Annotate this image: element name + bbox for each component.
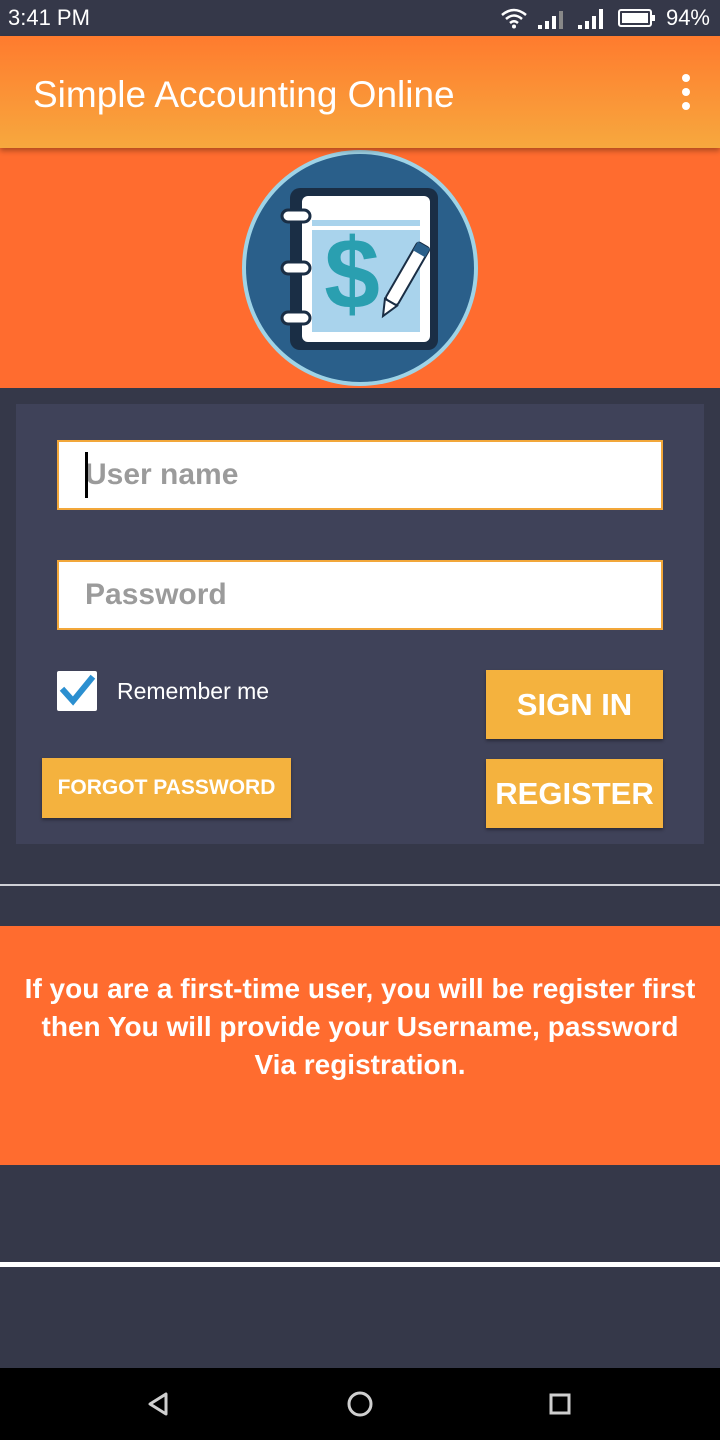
info-banner: If you are a first-time user, you will b… [0, 926, 720, 1165]
recents-square-icon[interactable] [542, 1386, 578, 1422]
wifi-icon [501, 8, 527, 29]
sign-in-button[interactable]: SIGN IN [486, 670, 663, 739]
remember-me-checkbox[interactable] [57, 671, 97, 711]
battery-percent: 94% [665, 5, 710, 30]
home-circle-icon[interactable] [342, 1386, 378, 1422]
divider [0, 884, 720, 886]
status-time: 3:41 PM [8, 5, 90, 30]
remember-me-label: Remember me [117, 678, 270, 704]
accounting-notebook-logo: $ [242, 150, 478, 386]
checkmark-icon [59, 674, 96, 706]
more-vert-icon[interactable] [676, 74, 696, 110]
app-bar: Simple Accounting Online [0, 36, 720, 148]
password-input[interactable] [57, 560, 663, 630]
info-text: If you are a first-time user, you will b… [24, 973, 696, 1080]
status-bar: 3:41 PM 94% [0, 0, 720, 36]
forgot-password-button[interactable]: FORGOT PASSWORD [42, 758, 291, 818]
signal-icon [537, 11, 563, 29]
system-nav-bar [0, 1368, 720, 1440]
text-cursor [85, 452, 88, 498]
divider-bottom [0, 1262, 720, 1267]
register-button[interactable]: REGISTER [486, 759, 663, 828]
battery-icon [617, 9, 655, 27]
dollar-sign: $ [324, 218, 380, 330]
app-title: Simple Accounting Online [33, 74, 455, 115]
username-input[interactable] [57, 440, 663, 510]
status-icons: 94% [500, 4, 710, 32]
login-form: Remember me SIGN IN REGISTER FORGOT PASS… [16, 404, 704, 844]
signal-icon-2 [577, 9, 603, 29]
back-triangle-icon[interactable] [140, 1386, 176, 1422]
hero-banner: $ [0, 148, 720, 388]
